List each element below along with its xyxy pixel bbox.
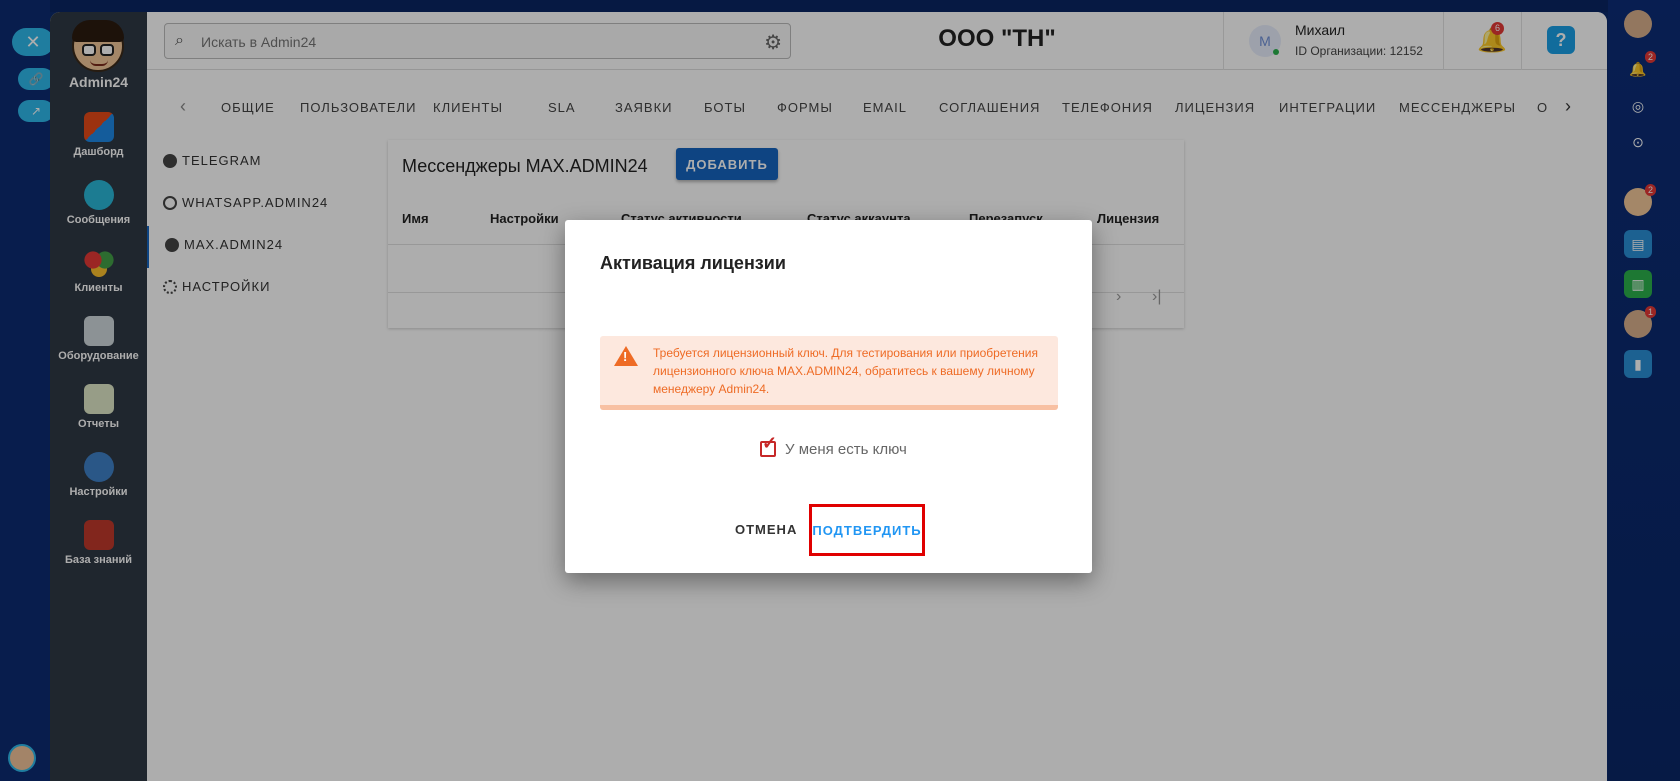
confirm-button[interactable]: ПОДТВЕРДИТЬ xyxy=(809,504,925,556)
checkmark-icon: ✓ xyxy=(762,433,778,453)
confirm-button-label: ПОДТВЕРДИТЬ xyxy=(812,522,922,538)
license-warning-alert: ! Требуется лицензионный ключ. Для тести… xyxy=(600,336,1058,410)
dialog-title: Активация лицензии xyxy=(600,253,786,273)
cancel-button[interactable]: ОТМЕНА xyxy=(735,522,797,537)
warning-text: Требуется лицензионный ключ. Для тестиро… xyxy=(653,346,1038,396)
license-activation-dialog: Активация лицензии ! Требуется лицензион… xyxy=(565,220,1092,573)
have-key-label[interactable]: У меня есть ключ xyxy=(785,441,907,458)
warning-exclamation: ! xyxy=(623,349,628,364)
